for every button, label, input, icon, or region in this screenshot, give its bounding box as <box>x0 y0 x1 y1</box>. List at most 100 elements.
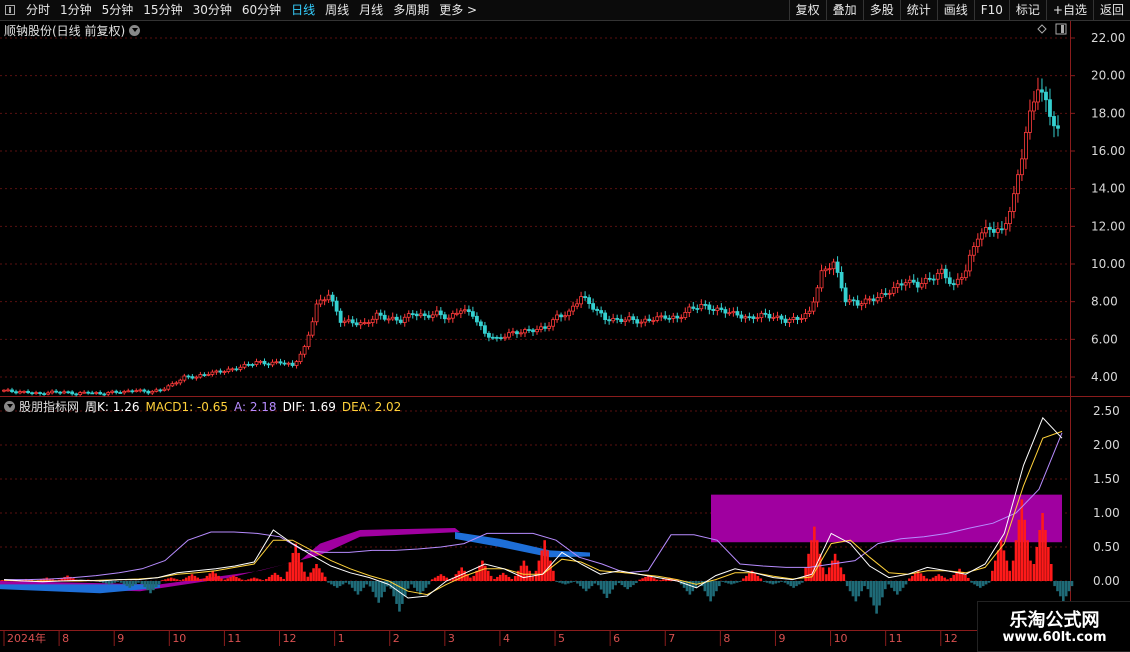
candle-body <box>114 390 119 393</box>
price-tick-label: 4.00 <box>1091 370 1118 384</box>
indicator-title[interactable]: 股朋指标网 周K: 1.26 MACD1: -0.65 A: 2.18 DIF:… <box>4 398 407 415</box>
tab-monthly[interactable]: 月线 <box>354 0 388 20</box>
tab-daily[interactable]: 日线 <box>286 0 320 20</box>
macd-bar <box>285 571 289 581</box>
panel-toggle-icon[interactable] <box>5 5 15 15</box>
candle-body <box>194 376 199 379</box>
candle-body <box>619 318 624 323</box>
macd-bar <box>925 578 929 581</box>
fuquan-button[interactable]: 复权 <box>788 0 826 20</box>
candle-body <box>871 298 876 302</box>
candle-body <box>927 277 932 280</box>
macd-bar <box>525 565 529 581</box>
candle-body <box>635 319 640 324</box>
macd-bar <box>63 576 66 581</box>
tab-15min[interactable]: 15分钟 <box>138 0 187 20</box>
candle-body <box>803 313 808 319</box>
macd-bar <box>164 579 167 581</box>
candle-body <box>971 246 976 256</box>
candle-body <box>819 270 824 289</box>
time-tick-label: 3 <box>448 632 455 645</box>
macd-bar <box>839 567 843 581</box>
tab-1min[interactable]: 1分钟 <box>55 0 97 20</box>
candle-body <box>815 287 820 303</box>
candle-body <box>651 319 656 322</box>
statistics-button[interactable]: 统计 <box>899 0 937 20</box>
overlay-button[interactable]: 叠加 <box>825 0 863 20</box>
tab-weekly[interactable]: 周线 <box>320 0 354 20</box>
blue-band <box>455 532 590 558</box>
macd-bar <box>815 540 819 581</box>
candle-body <box>959 277 964 280</box>
macd-bar <box>60 578 64 581</box>
macd-bar <box>851 581 855 597</box>
macd-bar <box>403 581 407 597</box>
tab-30min[interactable]: 30分钟 <box>188 0 237 20</box>
macd-bar <box>84 579 87 581</box>
candle-body <box>571 305 575 312</box>
macd-bar <box>211 570 215 581</box>
macd-bar <box>522 560 526 581</box>
candle-body <box>579 296 583 305</box>
candle-body <box>278 361 283 364</box>
multi-stock-button[interactable]: 多股 <box>862 0 900 20</box>
draw-line-button[interactable]: 画线 <box>936 0 974 20</box>
macd-bar <box>993 560 997 581</box>
macd-bar <box>943 577 946 581</box>
candle-body <box>875 297 880 302</box>
macd-bar <box>237 578 241 581</box>
stock-title[interactable]: 顺钠股份(日线 前复权) <box>4 22 141 39</box>
macd-bar <box>801 581 804 583</box>
candle-body <box>378 312 383 316</box>
mark-button[interactable]: 标记 <box>1008 0 1046 20</box>
candle-body <box>298 353 303 363</box>
macd-bar <box>27 579 31 581</box>
tool-buttons: 复权 叠加 多股 统计 画线 F10 标记 +自选 返回 <box>788 0 1130 20</box>
indicator-tick-label: 1.00 <box>1093 506 1120 520</box>
macd-bar <box>617 581 621 584</box>
add-favorite-button[interactable]: +自选 <box>1045 0 1093 20</box>
candle-body <box>855 300 860 306</box>
chevron-down-icon[interactable] <box>4 401 15 412</box>
macd-bar <box>235 576 238 581</box>
tab-60min[interactable]: 60分钟 <box>237 0 286 20</box>
macd-bar <box>261 580 265 581</box>
candle-body <box>879 293 884 298</box>
price-tick-label: 16.00 <box>1091 144 1125 158</box>
tab-5min[interactable]: 5分钟 <box>97 0 139 20</box>
candle-body <box>547 325 551 329</box>
macd-bar <box>635 581 638 584</box>
candle-body <box>943 268 948 279</box>
candle-body <box>583 296 587 299</box>
candle-body <box>434 310 439 316</box>
macd-bar <box>872 581 875 606</box>
candle-body <box>102 393 107 396</box>
candle-body <box>170 383 175 387</box>
candle-body <box>18 391 22 394</box>
chevron-down-icon[interactable] <box>129 25 141 36</box>
macd-bar <box>798 581 801 585</box>
macd-bar <box>54 580 57 581</box>
macd-bar <box>86 579 90 581</box>
candle-body <box>106 392 111 395</box>
macd-bar <box>24 578 28 581</box>
tab-multi-period[interactable]: 多周期 <box>388 0 434 20</box>
back-button[interactable]: 返回 <box>1092 0 1130 20</box>
macd-bar <box>901 581 905 588</box>
candle-body <box>58 391 63 394</box>
tab-more[interactable]: 更多 > <box>434 0 482 20</box>
macd-bar <box>691 581 695 592</box>
indicator-name: 股朋指标网 <box>19 400 80 414</box>
macd-bar <box>783 581 787 583</box>
candle-body <box>519 332 523 335</box>
macd-bar <box>30 579 34 581</box>
tab-fenshi[interactable]: 分时 <box>21 0 55 20</box>
macd-bar <box>232 575 235 581</box>
candle-body <box>531 329 535 333</box>
macd-bar <box>569 581 573 583</box>
macd-bar <box>579 581 582 587</box>
f10-button[interactable]: F10 <box>973 0 1009 20</box>
candle-body <box>398 319 403 323</box>
candle-body <box>30 392 34 395</box>
macd-bar <box>223 579 227 581</box>
